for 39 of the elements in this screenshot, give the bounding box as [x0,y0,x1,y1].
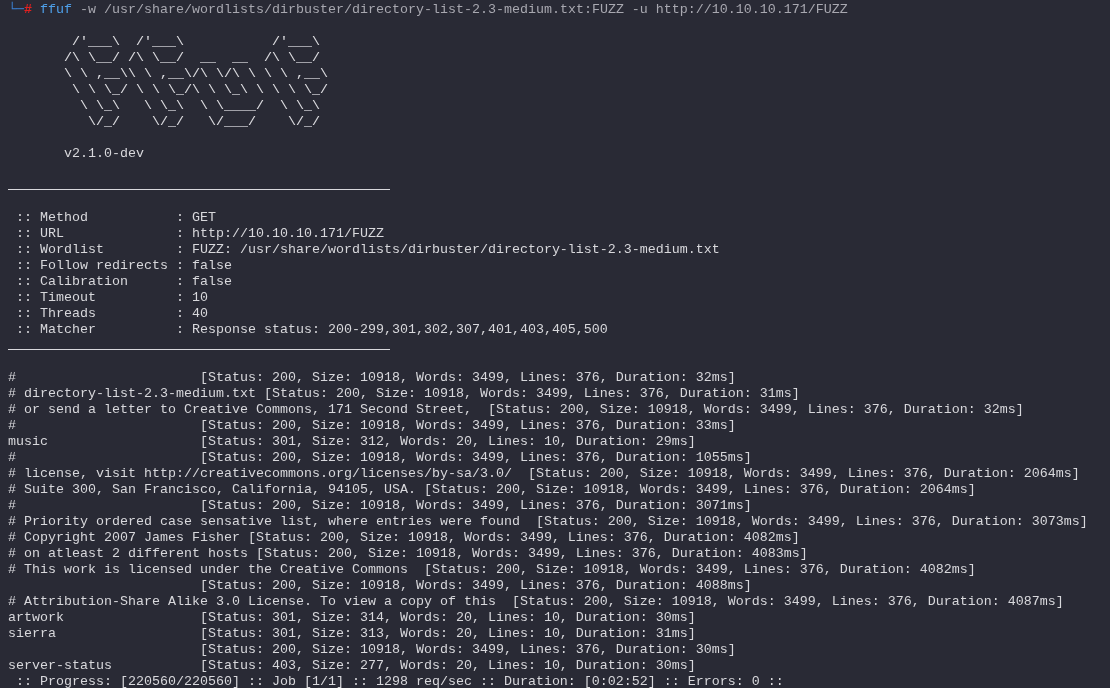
progress-line: :: Progress: [220560/220560] :: Job [1/1] :: 1298 req/sec :: Duration: [0:02:52] :: Errors: 0 :: [15,674,785,688]
config-line: :: URL : http://10.10.10.171/FUZZ [15,226,385,242]
ascii-banner-line: /\ \__/ /\ \__/ __ __ /\ \__/ [63,50,321,66]
ascii-banner-line: /'___\ /'___\ /'___\ [71,34,321,50]
output-line: # [Status: 200, Size: 10918, Words: 3499, Lines: 376, Duration: 32ms] [8,370,737,386]
config-line: :: Threads : 40 [15,306,209,322]
prompt-symbol: # [24,2,32,17]
prompt-prefix: └─ [8,2,24,17]
ascii-banner-line: \/_/ \/_/ \/___/ \/_/ [86,114,321,130]
ascii-banner-line: \ \_\ \ \_\ \ \____/ \ \_\ [78,98,321,114]
config-line: :: Wordlist : FUZZ: /usr/share/wordlists/dirbuster/directory-list-2.3-medium.txt [15,242,721,258]
output-line: music [Status: 301, Size: 312, Words: 20, Lines: 10, Duration: 29ms] [8,434,697,450]
ascii-banner-line: \ \ \_/ \ \ \_/\ \ \_\ \ \ \ \_/ [71,82,329,98]
output-line: # Copyright 2007 James Fisher [Status: 200, Size: 10918, Words: 3499, Lines: 376, Duration: 4082ms] [8,530,801,546]
output-line: # Suite 300, San Francisco, California, 94105, USA. [Status: 200, Size: 10918, Words: 3499, Lines: 376, Duration: 2064ms] [8,482,977,498]
command-name: ffuf [40,2,72,17]
output-line: # [Status: 200, Size: 10918, Words: 3499, Lines: 376, Duration: 33ms] [8,418,737,434]
output-line: sierra [Status: 301, Size: 313, Words: 20, Lines: 10, Duration: 31ms] [8,626,697,642]
config-line: :: Matcher : Response status: 200-299,301,302,307,401,403,405,500 [15,322,609,338]
config-line: :: Method : GET [15,210,217,226]
output-line: server-status [Status: 403, Size: 277, Words: 20, Lines: 10, Duration: 30ms] [8,658,697,674]
output-line: # [Status: 200, Size: 10918, Words: 3499, Lines: 376, Duration: 3071ms] [8,498,753,514]
version-text: v2.1.0-dev [63,146,145,162]
ascii-banner-line: \ \ ,__\\ \ ,__\/\ \/\ \ \ \ ,__\ [63,66,329,82]
output-line: # license, visit http://creativecommons.org/licenses/by-sa/3.0/ [Status: 200, Size: 10918, Words: 3499, Lines: 376, Duration: 2064ms] [8,466,1081,482]
output-line: # on atleast 2 different hosts [Status: 200, Size: 10918, Words: 3499, Lines: 376, Duration: 4083ms] [8,546,809,562]
output-line: # directory-list-2.3-medium.txt [Status: 200, Size: 10918, Words: 3499, Lines: 376, Duration: 31ms] [8,386,801,402]
output-line: [Status: 200, Size: 10918, Words: 3499, Lines: 376, Duration: 4088ms] [198,578,753,594]
output-line: # [Status: 200, Size: 10918, Words: 3499, Lines: 376, Duration: 1055ms] [8,450,753,466]
output-line: artwork [Status: 301, Size: 314, Words: 20, Lines: 10, Duration: 30ms] [8,610,697,626]
command-arguments: -w /usr/share/wordlists/dirbuster/directory-list-2.3-medium.txt:FUZZ -u http://10.10.10.171/FUZZ [80,2,848,17]
config-line: :: Calibration : false [15,274,233,290]
config-line: :: Timeout : 10 [15,290,209,306]
config-line: :: Follow redirects : false [15,258,233,274]
output-line: # or send a letter to Creative Commons, 171 Second Street, [Status: 200, Size: 10918, Words: 3499, Lines: 376, Duration: 32ms] [8,402,1025,418]
output-line: # This work is licensed under the Creative Commons [Status: 200, Size: 10918, Words: 3499, Lines: 376, Duration: 4082ms] [8,562,977,578]
output-line: [Status: 200, Size: 10918, Words: 3499, Lines: 376, Duration: 30ms] [198,642,737,658]
output-line: # Attribution-Share Alike 3.0 License. To view a copy of this [Status: 200, Size: 10918, Words: 3499, Lines: 376, Duration: 4087ms] [8,594,1065,610]
output-line: # Priority ordered case sensative list, where entries were found [Status: 200, Size: 10918, Words: 3499, Lines: 376, Duration: 3073ms] [8,514,1089,530]
